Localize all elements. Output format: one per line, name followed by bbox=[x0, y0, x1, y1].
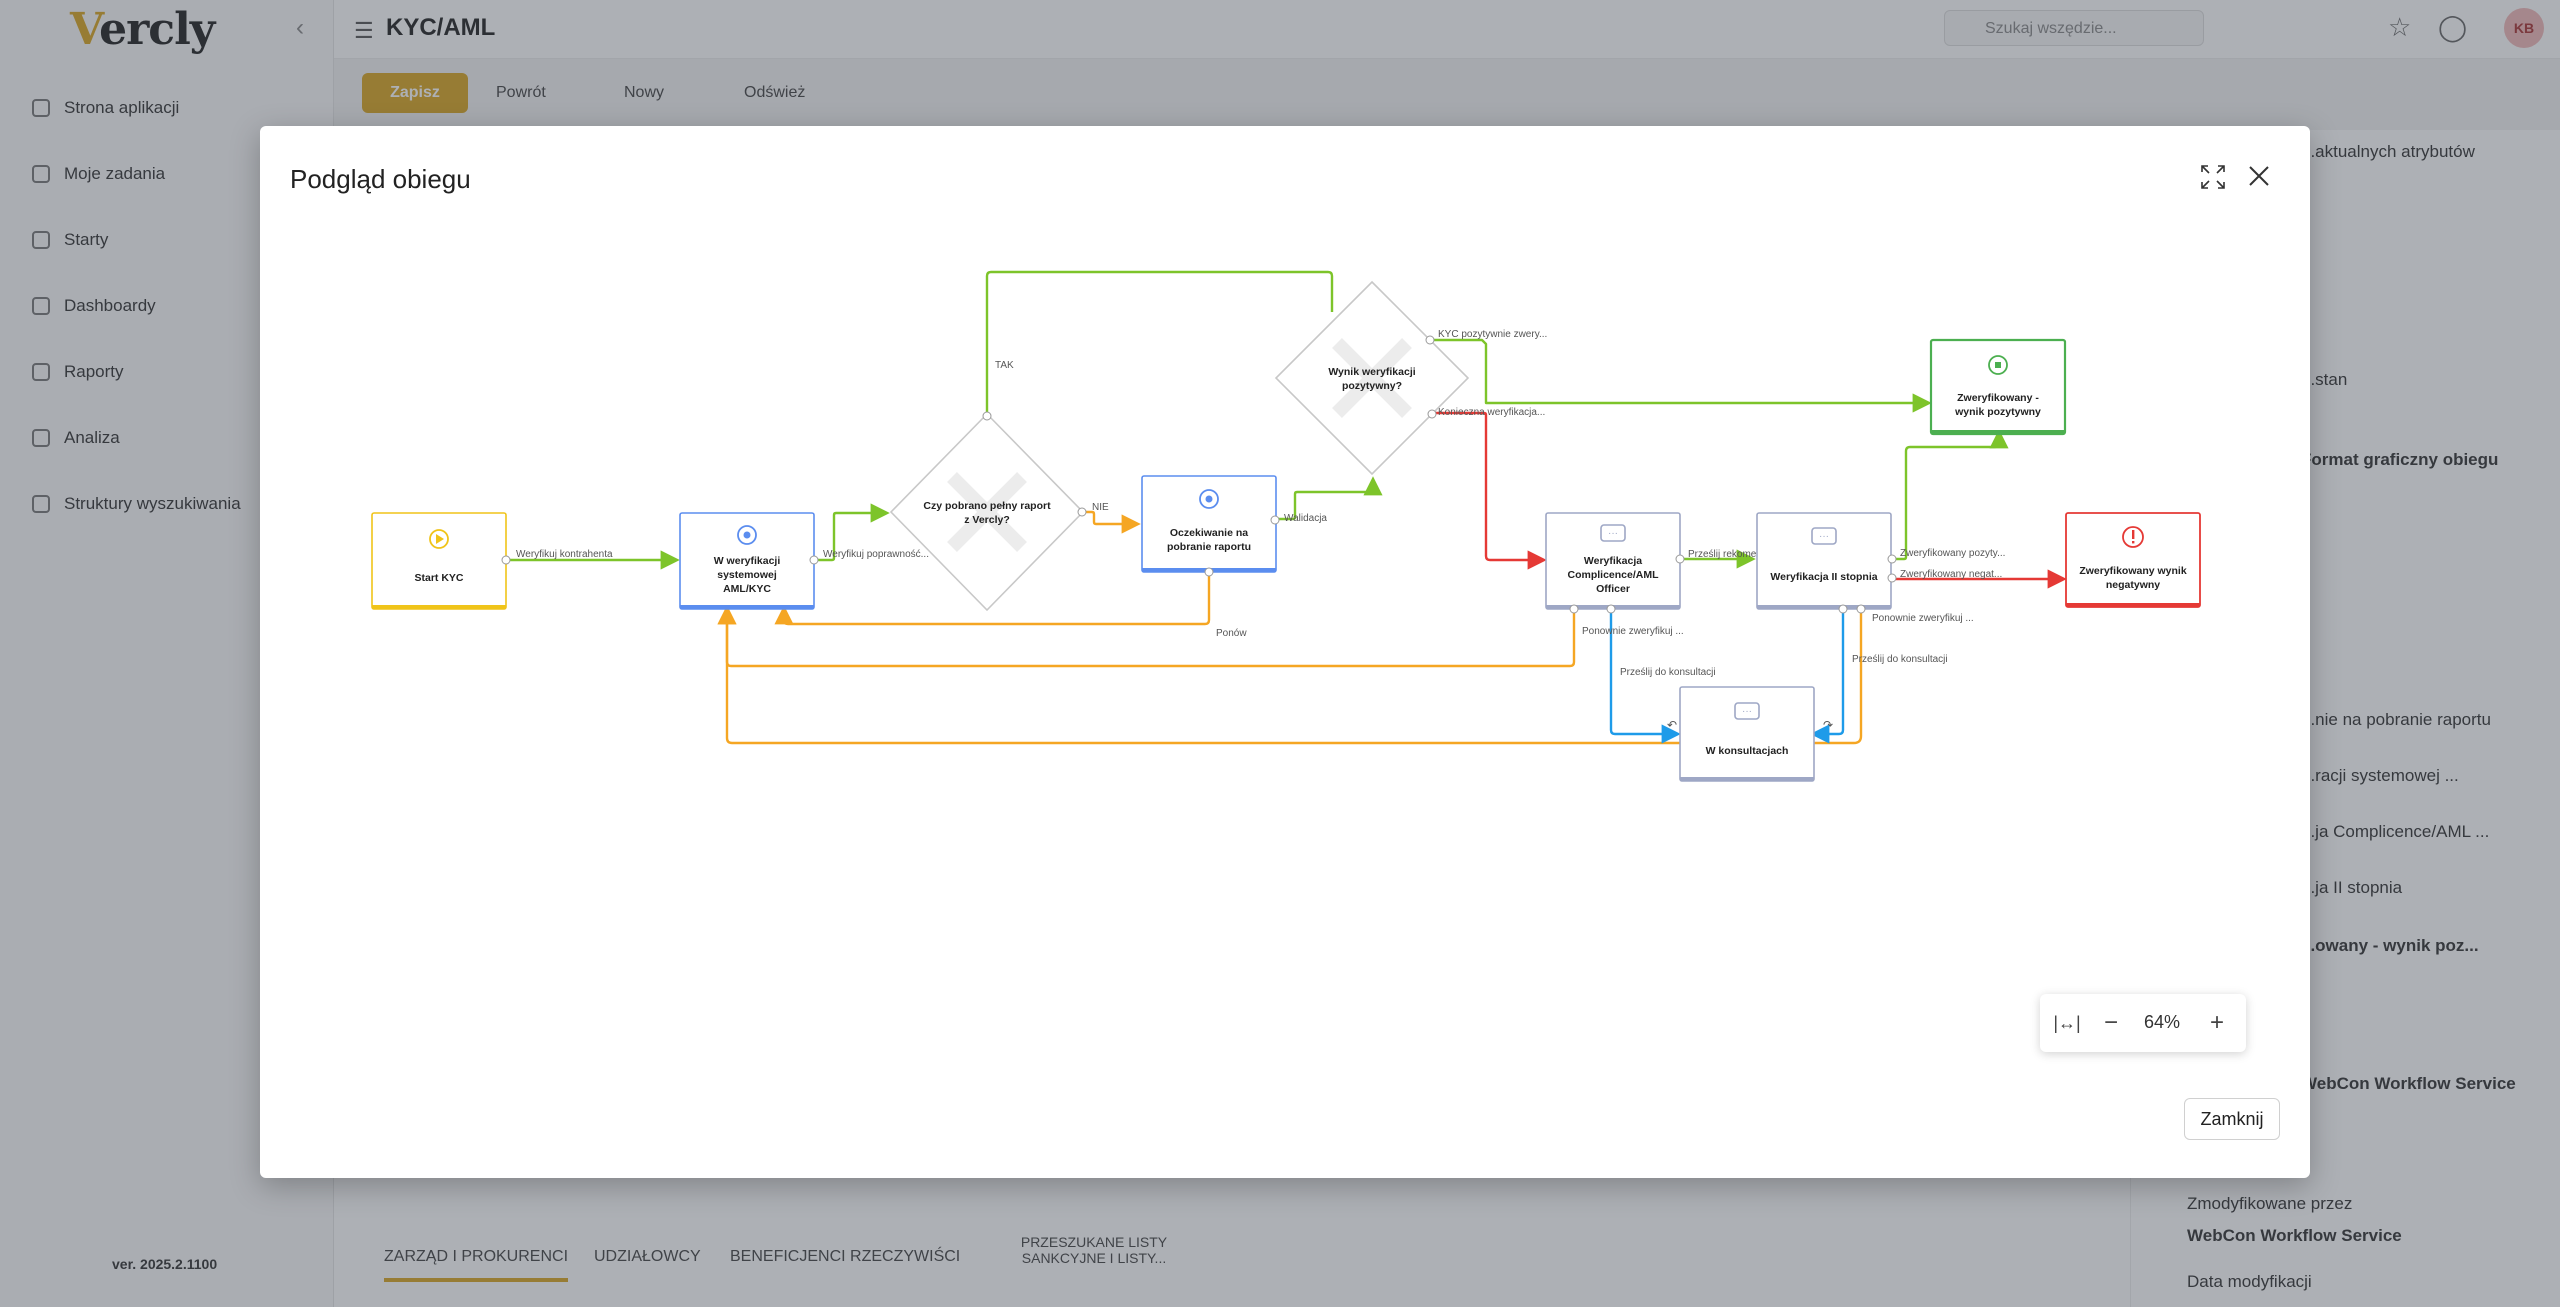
node-label: Oczekiwanie na bbox=[1170, 527, 1248, 539]
fit-width-icon[interactable]: |↔| bbox=[2050, 1006, 2084, 1040]
node-label: Complicence/AML bbox=[1567, 569, 1659, 581]
node-label: W weryfikacji bbox=[714, 555, 781, 567]
node-waiting-report[interactable]: Oczekiwanie na pobranie raportu bbox=[1141, 475, 1280, 577]
node-label: pozytywny? bbox=[1342, 380, 1402, 392]
edge-label: Weryfikuj poprawność... bbox=[823, 549, 929, 560]
node-label: W konsultacjach bbox=[1706, 745, 1789, 757]
return-icon: ↶ bbox=[1667, 718, 1677, 732]
close-icon[interactable] bbox=[2245, 162, 2273, 190]
node-verified-positive[interactable]: Zweryfikowany - wynik pozytywny bbox=[1929, 338, 2067, 436]
node-label: Start KYC bbox=[414, 572, 463, 584]
node-in-consultation[interactable]: ··· W konsultacjach ↶ ↷ bbox=[1667, 686, 1833, 782]
node-start-kyc[interactable]: Start KYC bbox=[371, 512, 511, 610]
edge-label: Ponownie zweryfikuj ... bbox=[1872, 613, 1974, 624]
svg-text:···: ··· bbox=[1819, 531, 1829, 542]
dialog-title: Podgląd obiegu bbox=[290, 164, 471, 194]
edge-lvl2-positive bbox=[1892, 429, 2009, 561]
node-label: Zweryfikowany wynik bbox=[2079, 565, 2187, 577]
node-second-level-verification[interactable]: ··· Weryfikacja II stopnia bbox=[1756, 512, 1897, 614]
edge-label: NIE bbox=[1092, 502, 1109, 513]
edge-label: KYC pozytywnie zwery... bbox=[1438, 329, 1547, 340]
edge-label: Zweryfikowany negat... bbox=[1900, 569, 2002, 580]
svg-text:···: ··· bbox=[1608, 528, 1618, 539]
node-label: Weryfikacja bbox=[1584, 555, 1642, 567]
edge-label: Konieczna weryfikacja... bbox=[1438, 407, 1545, 418]
workflow-canvas[interactable]: Weryfikuj kontrahenta Weryfikuj poprawno… bbox=[260, 126, 2310, 1178]
node-decision-full-report[interactable]: Czy pobrano pełny raport z Vercly? bbox=[889, 411, 1087, 612]
edge-label: Prześlij do konsultacji bbox=[1852, 654, 1948, 665]
edge-label: Weryfikuj kontrahenta bbox=[516, 549, 613, 560]
node-label: Czy pobrano pełny raport bbox=[923, 500, 1051, 512]
edge-dec1-nie bbox=[1083, 510, 1141, 534]
edge-lvl2-consult bbox=[1810, 610, 1845, 744]
node-label: pobranie raportu bbox=[1167, 541, 1251, 553]
node-verified-negative[interactable]: Zweryfikowany wynik negatywny bbox=[2065, 512, 2201, 608]
node-label: z Vercly? bbox=[964, 514, 1010, 526]
fullscreen-icon[interactable] bbox=[2200, 164, 2226, 190]
edge-label: Zweryfikowany pozyty... bbox=[1900, 548, 2005, 559]
svg-text:···: ··· bbox=[1742, 706, 1752, 717]
edge-aml-reverify bbox=[717, 605, 1576, 668]
node-label: Officer bbox=[1596, 583, 1630, 595]
edge-dec2-positive bbox=[1430, 338, 1932, 413]
edge-dec2-needs-check bbox=[1432, 411, 1547, 570]
node-label: Wynik weryfikacji bbox=[1328, 366, 1415, 378]
node-label: Zweryfikowany - bbox=[1957, 392, 2039, 404]
edge-label: Ponów bbox=[1216, 628, 1247, 639]
zoom-in-button[interactable]: + bbox=[2200, 1006, 2234, 1040]
node-label: AML/KYC bbox=[723, 583, 771, 595]
node-label: wynik pozytywny bbox=[1954, 406, 2041, 418]
node-aml-officer-verification[interactable]: ··· Weryfikacja Complicence/AML Officer bbox=[1545, 512, 1685, 614]
node-system-verification[interactable]: W weryfikacji systemowej AML/KYC bbox=[679, 512, 819, 610]
node-decision-positive-result[interactable]: Wynik weryfikacji pozytywny? bbox=[1274, 280, 1470, 476]
zoom-level: 64% bbox=[2144, 1012, 2181, 1032]
workflow-preview-dialog: Weryfikuj kontrahenta Weryfikuj poprawno… bbox=[260, 126, 2310, 1178]
zoom-controls: |↔| − 64% + bbox=[2040, 994, 2246, 1052]
node-label: systemowej bbox=[717, 569, 777, 581]
edge-label: Walidacja bbox=[1284, 513, 1327, 524]
edge-dec1-tak bbox=[985, 270, 1334, 416]
zoom-out-button[interactable]: − bbox=[2094, 1006, 2128, 1040]
node-label: Weryfikacja II stopnia bbox=[1770, 571, 1877, 583]
edge-label: TAK bbox=[995, 360, 1014, 371]
close-button[interactable]: Zamknij bbox=[2184, 1098, 2280, 1140]
edge-label: Ponownie zweryfikuj ... bbox=[1582, 626, 1684, 637]
edge-label: Prześlij do konsultacji bbox=[1620, 667, 1716, 678]
return-icon: ↷ bbox=[1823, 718, 1833, 732]
node-label: negatywny bbox=[2106, 579, 2160, 591]
